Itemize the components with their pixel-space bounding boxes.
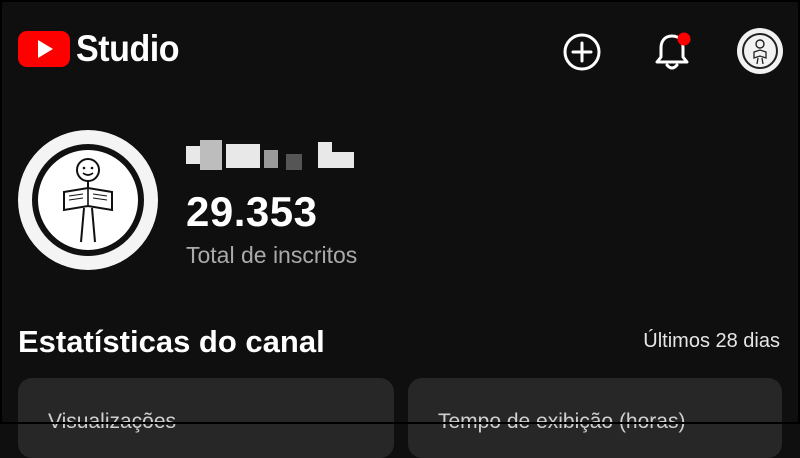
subscriber-count: 29.353 <box>186 188 318 235</box>
channel-avatar[interactable] <box>18 130 158 270</box>
youtube-logo-icon <box>18 30 70 67</box>
notifications-bell-icon <box>655 32 691 70</box>
notifications-button[interactable] <box>650 30 694 74</box>
card-label: Tempo de exibição (horas) <box>438 410 686 433</box>
channel-name-redacted <box>186 140 366 170</box>
section-title: Estatísticas do canal <box>18 324 325 359</box>
logo-text: Studio <box>76 28 180 69</box>
views-card[interactable]: Visualizações <box>18 378 394 458</box>
subscriber-label: Total de inscritos <box>186 242 358 268</box>
create-button[interactable] <box>560 30 604 74</box>
card-label: Visualizações <box>48 410 177 433</box>
watch-time-card[interactable]: Tempo de exibição (horas) <box>408 378 782 458</box>
studio-logo[interactable]: Studio <box>18 30 188 67</box>
notification-dot <box>677 32 691 46</box>
account-avatar-button[interactable] <box>737 28 783 74</box>
period-label: Últimos 28 dias <box>643 330 780 352</box>
create-plus-icon <box>563 33 601 71</box>
account-avatar-icon <box>742 33 778 69</box>
reading-stick-figure-icon <box>63 158 113 243</box>
top-app-bar: Studio <box>0 0 800 100</box>
